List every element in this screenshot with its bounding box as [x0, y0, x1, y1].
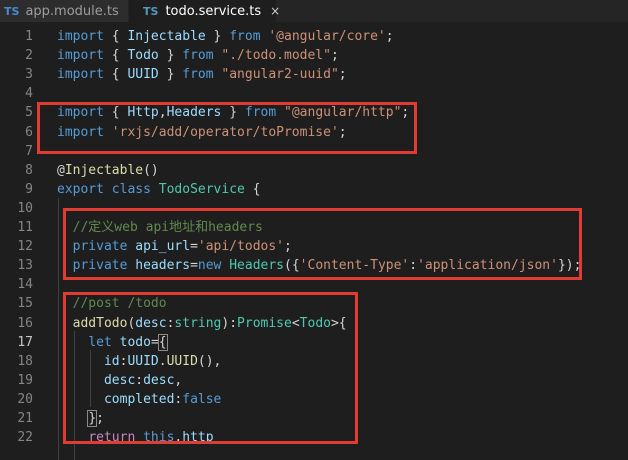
line-number: 5	[25, 105, 33, 121]
code-line[interactable]: 4	[0, 84, 628, 103]
code-token: }	[158, 67, 183, 83]
line-number: 20	[17, 391, 33, 407]
code-token: {	[103, 48, 128, 64]
line-number: 8	[25, 162, 33, 178]
tab-todo-service[interactable]: TS todo.service.ts ×	[129, 0, 280, 22]
code-token: ()	[143, 162, 159, 178]
line-number: 16	[17, 315, 33, 331]
line-number: 21	[17, 411, 33, 426]
line-number: 13	[17, 258, 33, 274]
code-text: import { UUID } from "angular2-uuid";	[57, 65, 347, 84]
code-token: @	[57, 162, 65, 178]
code-token: {	[103, 29, 128, 44]
code-token: UUID	[127, 67, 159, 83]
code-token: from	[229, 29, 261, 44]
code-token: Todo	[127, 48, 159, 64]
code-token: import	[57, 48, 104, 64]
code-line[interactable]: 8 @Injectable()	[0, 161, 628, 180]
line-number: 19	[17, 372, 33, 388]
code-token: {	[103, 67, 128, 83]
code-token: ;	[338, 67, 347, 83]
code-token: export	[57, 181, 104, 197]
line-number: 18	[17, 353, 33, 369]
code-text: export class TodoService {	[57, 180, 261, 199]
line-number: 9	[25, 181, 33, 197]
code-token: {	[244, 181, 261, 197]
line-number: 17	[17, 334, 33, 350]
code-text: @Injectable()	[57, 161, 159, 180]
line-number: 2	[25, 48, 33, 64]
typescript-file-icon: TS	[4, 4, 20, 18]
editor-tab-bar: TS app.module.ts TS todo.service.ts ×	[0, 0, 628, 22]
code-text: import { Injectable } from '@angular/cor…	[57, 27, 394, 46]
code-token: Injectable	[64, 162, 144, 178]
line-number: 11	[17, 220, 33, 235]
code-text: import { Todo } from "./todo.model";	[57, 46, 339, 65]
typescript-file-icon: TS	[143, 4, 159, 18]
code-token: }	[158, 48, 183, 64]
code-token: }	[205, 29, 230, 44]
tab-label: app.module.ts	[25, 3, 119, 19]
code-line[interactable]: 2 import { Todo } from "./todo.model";	[0, 46, 628, 65]
code-token: import	[57, 67, 104, 83]
code-token: from	[182, 67, 214, 83]
code-line[interactable]: 1 import { Injectable } from '@angular/co…	[0, 27, 628, 46]
code-token: ;	[330, 48, 339, 64]
line-number: 7	[25, 143, 33, 159]
line-number: 12	[17, 239, 33, 255]
line-number: 6	[25, 124, 33, 140]
code-token: Injectable	[127, 29, 206, 44]
line-number: 22	[17, 430, 33, 446]
indent-guide	[58, 198, 59, 460]
line-number: 4	[25, 86, 33, 102]
code-token: '@angular/core'	[268, 29, 386, 44]
highlight-box-addtodo	[63, 292, 358, 444]
line-number: 14	[17, 277, 33, 293]
line-number: 3	[25, 67, 33, 83]
code-token: "./todo.model"	[221, 48, 331, 64]
code-token: ;	[385, 29, 394, 44]
close-icon[interactable]: ×	[270, 4, 280, 18]
tab-label: todo.service.ts	[165, 3, 262, 19]
code-token: TodoService	[158, 181, 245, 197]
code-editor[interactable]: 22 return this.http 21 }; 20 completed:fal…	[0, 27, 628, 460]
code-token: "angular2-uuid"	[221, 67, 339, 83]
highlight-box-imports	[37, 102, 417, 154]
code-line[interactable]: 9 export class TodoService {	[0, 180, 628, 199]
code-token: class	[111, 181, 151, 197]
line-number: 15	[17, 296, 33, 312]
code-line[interactable]: 3 import { UUID } from "angular2-uuid";	[0, 65, 628, 84]
code-token: from	[182, 48, 214, 64]
highlight-box-fields	[63, 208, 582, 280]
line-number: 10	[17, 200, 33, 216]
tab-app-module[interactable]: TS app.module.ts	[0, 0, 128, 22]
code-token: import	[57, 29, 104, 44]
line-number: 1	[25, 29, 33, 44]
